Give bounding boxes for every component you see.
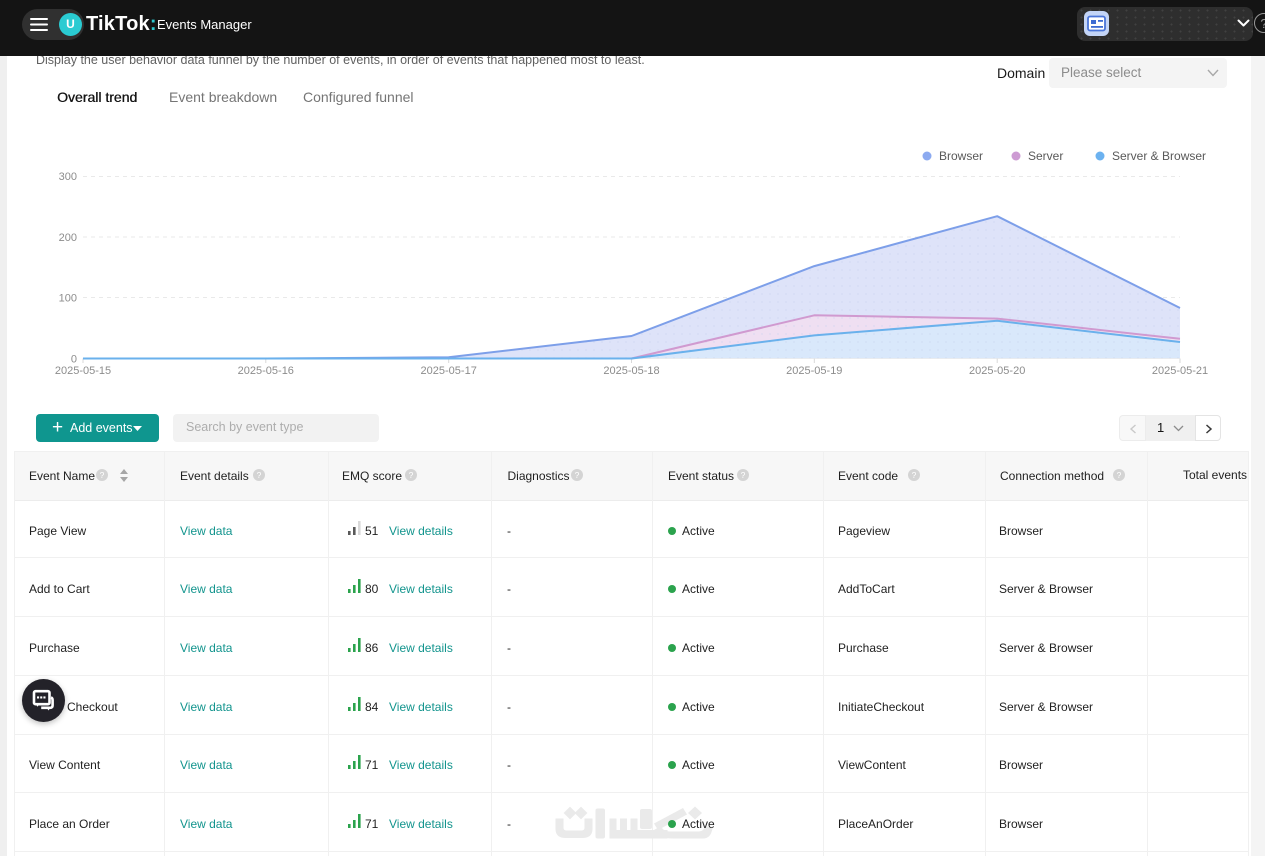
svg-text:?: ?	[1117, 470, 1122, 480]
svg-text:?: ?	[741, 470, 746, 480]
svg-text:2025-05-20: 2025-05-20	[969, 365, 1025, 377]
svg-text:200: 200	[59, 232, 77, 244]
svg-text:Server: Server	[1028, 149, 1063, 163]
svg-text:300: 300	[59, 171, 77, 183]
svg-text:2025-05-15: 2025-05-15	[55, 365, 111, 377]
svg-text:100: 100	[59, 293, 77, 305]
svg-text:2025-05-21: 2025-05-21	[1152, 365, 1208, 377]
svg-text:?: ?	[100, 470, 105, 480]
svg-text:Server & Browser: Server & Browser	[1112, 149, 1206, 163]
svg-text:?: ?	[257, 470, 262, 480]
svg-text:2025-05-17: 2025-05-17	[421, 365, 477, 377]
svg-text:0: 0	[71, 354, 77, 366]
svg-text:Browser: Browser	[939, 149, 983, 163]
svg-text:?: ?	[409, 470, 414, 480]
svg-text:2025-05-19: 2025-05-19	[786, 365, 842, 377]
svg-text:2025-05-18: 2025-05-18	[603, 365, 659, 377]
svg-text:?: ?	[912, 470, 917, 480]
svg-text:?: ?	[575, 470, 580, 480]
svg-text:2025-05-16: 2025-05-16	[238, 365, 294, 377]
